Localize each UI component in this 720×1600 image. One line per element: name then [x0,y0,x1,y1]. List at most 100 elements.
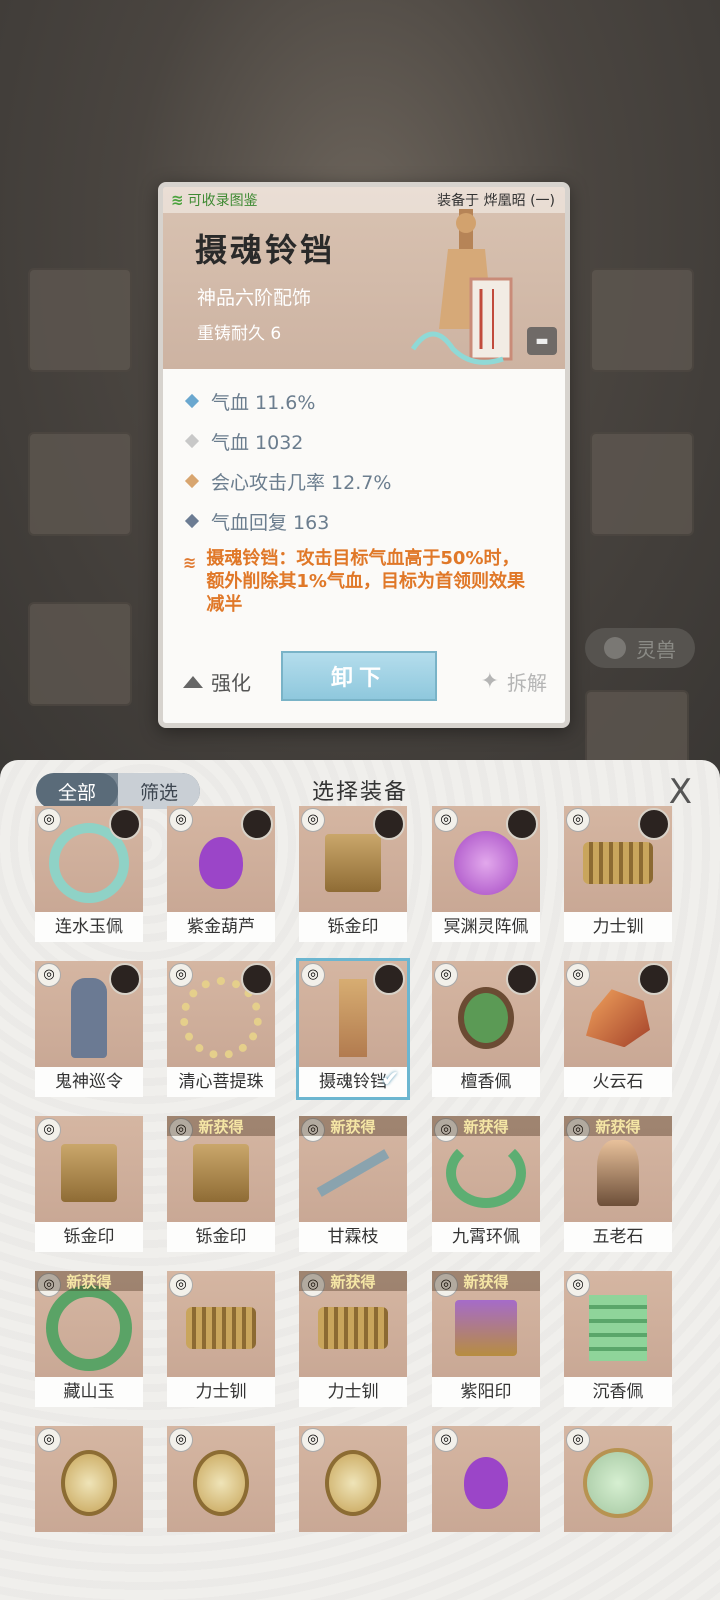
equipment-image: ◎ [35,806,143,912]
gourd-item-icon [199,837,243,890]
dismantle-button[interactable]: ✦ 拆解 [481,667,547,696]
spirit-beast-icon [604,637,626,659]
element-type-icon: ◎ [37,963,61,987]
bg-equipment-slot [590,432,694,536]
equipment-cell[interactable]: ◎ 新获得 力士钏 [299,1271,407,1407]
equipment-cell[interactable]: ◎ [167,1426,275,1562]
equipment-cell[interactable]: ◎ 冥渊灵阵佩 [432,806,540,942]
equipment-cell[interactable]: ◎ 连水玉佩 [35,806,143,942]
equipment-image: ◎ [432,961,540,1067]
coil-item-icon [318,1307,388,1350]
seal2-item-icon [455,1300,517,1357]
equipment-cell[interactable]: ◎ 铄金印 [299,806,407,942]
element-type-icon: ◎ [301,808,325,832]
equipment-select-panel: 全部 筛选 选择装备 X ◎ 连水玉佩 ◎ 紫金葫芦 ◎ 铄金印 ◎ 冥渊灵阵佩 ◎ 力士钏 ◎ 鬼神… [0,760,720,1600]
attribute-row: 会心攻击几率 12.7% [183,461,553,501]
equipment-cell[interactable]: ◎ 清心菩提珠 [167,961,275,1097]
equipment-name: 紫阳印 [432,1377,540,1407]
equipment-name: 九霄环佩 [432,1222,540,1252]
wearer-avatar [638,963,670,995]
wearer-avatar [506,808,538,840]
equipment-image: ◎ [167,1426,275,1532]
equipment-cell[interactable]: ◎ 新获得 九霄环佩 [432,1116,540,1252]
equipment-detail-card: ≋ 可收录图鉴 装备于 烨凰昭 (一) 摄魂铃铛 神品六阶配饰 重铸耐久 6 ▬… [158,182,570,728]
equipment-cell[interactable]: ◎ [299,1426,407,1562]
element-type-icon: ◎ [37,1118,61,1142]
item-grade: 神品六阶配饰 [197,287,312,309]
equipment-image: ◎ [564,961,672,1067]
equipped-on-label: 装备于 烨凰昭 (一) [437,193,555,209]
wearer-avatar [506,963,538,995]
equipment-image: ◎ [564,1271,672,1377]
equipment-name: 力士钏 [299,1377,407,1407]
bell-item-icon [339,979,367,1058]
selected-check-icon: ✔ [381,1067,400,1092]
equipment-name: 沉香佩 [564,1377,672,1407]
equipment-cell[interactable]: ◎ 力士钏 [167,1271,275,1407]
wearer-avatar [241,963,273,995]
equipment-name: 檀香佩 [432,1067,540,1097]
mirror-item-icon [193,1450,249,1517]
equipment-name: 清心菩提珠 [167,1067,275,1097]
new-badge: 新获得 [167,1116,275,1136]
element-type-icon: ◎ [169,1428,193,1452]
equipment-name: 铄金印 [167,1222,275,1252]
equipment-cell[interactable]: ◎ 沉香佩 [564,1271,672,1407]
gourd-item-icon [464,1457,508,1510]
equipment-cell[interactable]: ◎ 新获得 藏山玉 [35,1271,143,1407]
attribute-diamond-icon [184,513,200,529]
rock-item-icon [586,989,650,1048]
element-type-icon: ◎ [37,1428,61,1452]
equipment-image: ◎ 新获得 [432,1116,540,1222]
unequip-button[interactable]: 卸下 [281,651,437,701]
equipment-cell[interactable]: ◎ [432,1426,540,1562]
equipment-name: 五老石 [564,1222,672,1252]
collar-item-icon [446,1138,526,1209]
equipment-cell[interactable]: ◎ 新获得 甘霖枝 [299,1116,407,1252]
equipment-cell[interactable]: ◎ 火云石 [564,961,672,1097]
equipment-cell[interactable]: ◎ [564,1426,672,1562]
close-icon[interactable]: X [669,772,692,812]
equipment-cell[interactable]: ◎ 铄金印 [35,1116,143,1252]
equipment-cell[interactable]: ◎ [35,1426,143,1562]
upgrade-arrow-icon [183,675,203,688]
card-actions: 强化 卸下 ✦ 拆解 [163,643,565,723]
equipment-name: 力士钏 [564,912,672,942]
collect-icon: ≋ [171,191,184,209]
equipment-image: ◎ [35,961,143,1067]
item-name: 摄魂铃铛 [195,231,336,269]
equipment-image: ◎ [35,1426,143,1532]
equipment-image: ◎ [299,806,407,912]
equipment-cell[interactable]: ◎ 新获得 五老石 [564,1116,672,1252]
equipment-cell[interactable]: ◎ 力士钏 [564,806,672,942]
special-effect: ≋ 摄魂铃铛：攻击目标气血高于50%时，额外削除其1%气血，目标为首领则效果减半 [183,548,525,615]
equipment-image: ◎ 新获得 [432,1271,540,1377]
wearer-avatar [638,808,670,840]
new-badge: 新获得 [299,1271,407,1291]
equipment-cell[interactable]: ◎ 檀香佩 [432,961,540,1097]
strengthen-button[interactable]: 强化 [183,667,251,696]
bg-equipment-slot [28,432,132,536]
equipment-image: ◎ [299,961,407,1067]
bell-item-art [410,209,513,365]
equipment-cell[interactable]: ◎ 新获得 铄金印 [167,1116,275,1252]
equipment-cell[interactable]: ◎ 新获得 紫阳印 [432,1271,540,1407]
element-type-icon: ◎ [566,963,590,987]
element-type-icon: ◎ [169,963,193,987]
token-item-icon [71,978,107,1059]
element-type-icon: ◎ [434,808,458,832]
lock-tag-icon[interactable]: ▬ [527,327,557,355]
attribute-diamond-icon [184,433,200,449]
equipment-cell[interactable]: ◎ 紫金葫芦 [167,806,275,942]
equipment-cell[interactable]: ◎ 鬼神巡令 [35,961,143,1097]
new-badge: 新获得 [35,1271,143,1291]
equipment-cell[interactable]: ◎ 摄魂铃铛 ✔ [296,958,410,1100]
element-type-icon: ◎ [566,1273,590,1297]
jade-item-icon [46,1285,132,1372]
new-badge: 新获得 [432,1271,540,1291]
spirit-beast-label: 灵兽 [636,637,676,662]
element-type-icon: ◎ [169,808,193,832]
seal-item-icon [325,834,381,893]
equipment-image: ◎ [299,1426,407,1532]
element-type-icon: ◎ [566,1428,590,1452]
